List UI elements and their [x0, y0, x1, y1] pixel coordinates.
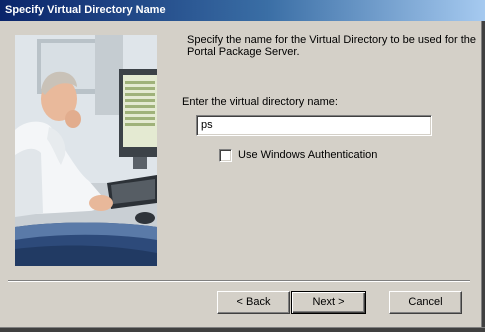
title-bar[interactable]: Specify Virtual Directory Name — [0, 0, 485, 21]
next-button[interactable]: Next > — [291, 291, 366, 314]
windows-auth-checkbox[interactable] — [219, 149, 232, 162]
directory-name-label: Enter the virtual directory name: — [182, 96, 338, 108]
button-separator — [8, 280, 470, 282]
cancel-button[interactable]: Cancel — [389, 291, 462, 314]
wizard-side-image — [15, 35, 157, 266]
windows-auth-label[interactable]: Use Windows Authentication — [238, 149, 377, 161]
directory-name-input[interactable]: ps — [196, 115, 432, 136]
window-bottom-border — [0, 327, 485, 332]
window-right-border — [481, 21, 485, 331]
window-title: Specify Virtual Directory Name — [5, 4, 166, 16]
back-button[interactable]: < Back — [217, 291, 290, 314]
description-text: Specify the name for the Virtual Directo… — [187, 34, 477, 58]
